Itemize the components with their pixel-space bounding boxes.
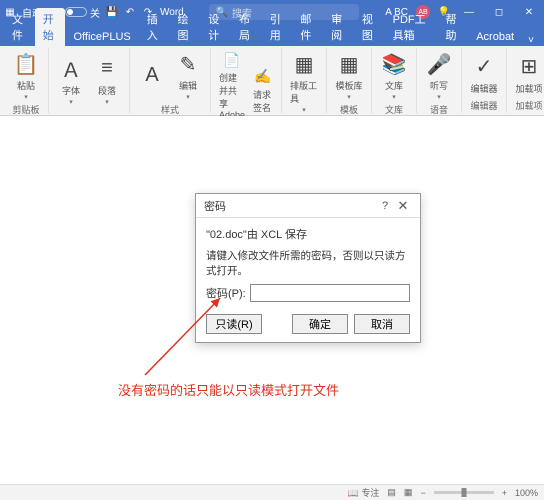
ribbon-btn-请求签名[interactable]: ✍请求签名 [251,65,275,116]
undo-icon[interactable]: ↶ [124,6,136,18]
ribbon-expand-icon[interactable]: ˅ [522,35,540,46]
ribbon-group-剪贴板: 📋粘贴▾剪贴板 [4,48,49,113]
close-icon[interactable]: ✕ [394,198,412,214]
ribbon-group-样式: A✎编辑▾样式 [130,48,211,113]
menu-文件[interactable]: 文件 [4,8,35,46]
zoom-out-icon[interactable]: − [420,488,425,498]
ribbon-icon: 📄 [222,50,242,70]
ribbon-btn-编辑器[interactable]: ✓编辑器 [468,51,500,97]
menu-设计[interactable]: 设计 [200,8,231,46]
ribbon-btn-粘贴[interactable]: 📋粘贴▾ [10,48,42,103]
ribbon-group-label: 样式 [161,103,179,117]
ribbon-icon: ✎ [174,50,202,78]
ribbon-icon: ⊞ [515,53,543,81]
menu-审阅[interactable]: 审阅 [323,8,354,46]
menu-Acrobat[interactable]: Acrobat [468,28,522,46]
ribbon-btn-模板库[interactable]: ▦模板库▾ [333,48,365,103]
password-dialog: 密码 ? ✕ "02.doc"由 XCL 保存 请键入修改文件所需的密码，否则以… [195,193,421,343]
ribbon-icon: ▦ [335,50,363,78]
menu-引用[interactable]: 引用 [262,8,293,46]
readonly-button[interactable]: 只读(R) [206,314,262,334]
ribbon-group-模板: ▦模板库▾模板 [327,48,372,113]
ribbon-btn-加载项[interactable]: ⊞加载项 [513,51,544,97]
ribbon-btn-style[interactable]: A [136,60,168,92]
menu-插入[interactable]: 插入 [139,8,170,46]
ribbon-btn-编辑[interactable]: ✎编辑▾ [172,48,204,103]
ribbon-group-文库: 📚文库▾文库 [372,48,417,113]
menu-布局[interactable]: 布局 [231,8,262,46]
status-bar: 📖 专注 ▤ ▦ − + 100% [0,484,544,500]
view-web-icon[interactable]: ▦ [404,487,413,498]
ribbon-group-label: 加载项 [516,99,543,113]
ribbon-group-加载项: ⊞加载项加载项 [507,48,544,113]
menu-邮件[interactable]: 邮件 [292,8,323,46]
ribbon-group-label: 编辑器 [471,99,498,113]
ribbon-icon: 🎤 [425,50,453,78]
zoom-level[interactable]: 100% [515,488,538,498]
ribbon-btn-字体[interactable]: Ａ字体▾ [55,53,87,108]
dialog-file-info: "02.doc"由 XCL 保存 [206,226,410,242]
ribbon-btn-段落[interactable]: ≡段落▾ [91,53,123,108]
menu-帮助[interactable]: 帮助 [437,8,468,46]
help-button[interactable]: ? [376,200,394,212]
annotation-text: 没有密码的话只能以只读模式打开文件 [118,380,339,399]
zoom-slider[interactable] [434,491,494,494]
ribbon: 📋粘贴▾剪贴板Ａ字体▾≡段落▾A✎编辑▾样式📄创建并共享 Adobe PDF✍请… [0,46,544,116]
ribbon-group-语音: 🎤听写▾语音 [417,48,462,113]
ribbon-icon: ▦ [290,50,318,78]
maximize-button[interactable]: ◻ [488,3,510,21]
ribbon-group-排版工具箱: ▦排版工具▾排版工具箱 [282,48,327,113]
view-print-icon[interactable]: ▤ [387,487,396,498]
menu-PDF工具箱[interactable]: PDF工具箱 [385,8,438,46]
ribbon-group-font: Ａ字体▾≡段落▾ [49,48,130,113]
ribbon-icon: Ａ [57,55,85,83]
password-label: 密码(P): [206,285,246,301]
ribbon-icon: ✓ [470,53,498,81]
dialog-title: 密码 [204,198,376,214]
dialog-instruction: 请键入修改文件所需的密码，否则以只读方式打开。 [206,248,410,278]
menu-bar: 文件开始OfficePLUS插入绘图设计布局引用邮件审阅视图PDF工具箱帮助Ac… [0,24,544,46]
close-button[interactable]: ✕ [518,3,540,21]
menu-绘图[interactable]: 绘图 [169,8,200,46]
ribbon-group-Adobe Acrobat: 📄创建并共享 Adobe PDF✍请求签名Adobe Acrobat [211,48,282,113]
ribbon-group-label: 模板 [340,103,358,117]
ribbon-btn-文库[interactable]: 📚文库▾ [378,48,410,103]
ribbon-group-label: 文库 [385,103,403,117]
ribbon-icon: 📚 [380,50,408,78]
ribbon-icon: 📋 [12,50,40,78]
menu-开始[interactable]: 开始 [35,8,66,46]
ribbon-btn-听写[interactable]: 🎤听写▾ [423,48,455,103]
save-icon[interactable]: 💾 [106,6,118,18]
ribbon-icon: ✍ [253,67,273,87]
focus-mode[interactable]: 📖 专注 [348,486,380,499]
ribbon-icon: ≡ [93,55,121,83]
cancel-button[interactable]: 取消 [354,314,410,334]
password-input[interactable] [250,284,410,302]
ribbon-group-label: 语音 [430,103,448,117]
ribbon-btn-排版工具[interactable]: ▦排版工具▾ [288,48,320,116]
ok-button[interactable]: 确定 [292,314,348,334]
ribbon-icon: A [138,62,166,90]
ribbon-group-label: 剪贴板 [12,103,39,117]
zoom-in-icon[interactable]: + [502,488,507,498]
ribbon-group-编辑器: ✓编辑器编辑器 [462,48,507,113]
menu-视图[interactable]: 视图 [354,8,385,46]
menu-OfficePLUS[interactable]: OfficePLUS [65,28,138,46]
